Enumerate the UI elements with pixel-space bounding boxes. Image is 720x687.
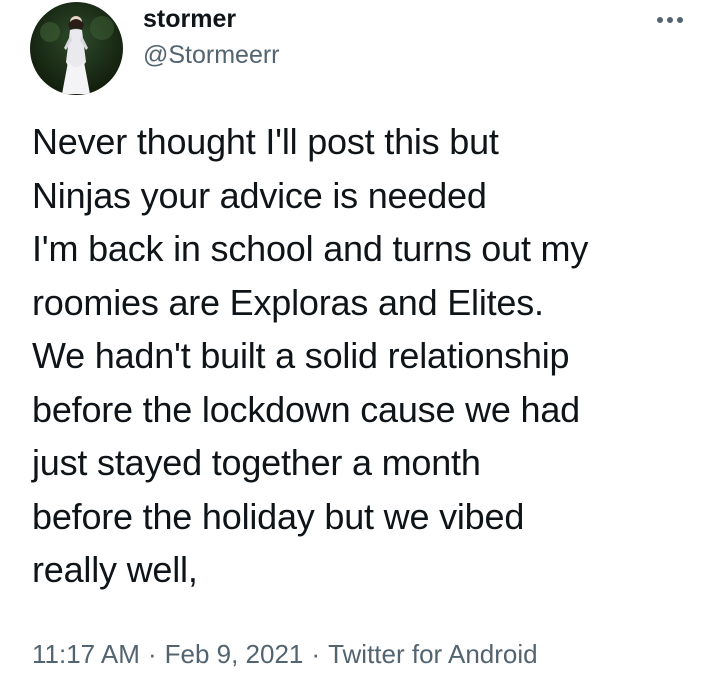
tweet-text-line: before the holiday but we vibed [32,495,525,537]
tweet-text-line: just stayed together a month [32,442,481,483]
tweet-source-link[interactable]: Twitter for Android [328,639,538,669]
tweet-text-line: I'm back in school and turns out my [32,228,589,269]
meta-separator: · [147,639,157,669]
tweet-card: stormer @Stormeerr Never thought I'll po… [0,0,720,687]
more-options-button[interactable] [650,6,690,34]
tweet-text: Never thought I'll post this but Ninjas … [32,115,702,597]
tweet-text-line: before the lockdown cause we had [32,388,580,430]
tweet-date[interactable]: Feb 9, 2021 [165,639,304,669]
tweet-text-line: Never thought I'll post this but [32,121,499,162]
tweet-text-line: We hadn't built a solid relationship [32,335,570,376]
tweet-text-line: roomies are Exploras and Elites. [32,281,544,323]
meta-separator: · [311,639,321,669]
avatar[interactable] [30,2,123,95]
user-handle[interactable]: @Stormeerr [143,40,280,70]
display-name[interactable]: stormer [143,4,236,34]
tweet-metadata: 11:17 AM · Feb 9, 2021 · Twitter for Android [32,638,538,670]
tweet-text-line: Ninjas your advice is needed [32,174,487,216]
more-horizontal-icon [657,17,683,23]
tweet-text-line: really well, [32,549,198,590]
tweet-time[interactable]: 11:17 AM [32,639,140,669]
profile-photo-icon [40,16,114,94]
